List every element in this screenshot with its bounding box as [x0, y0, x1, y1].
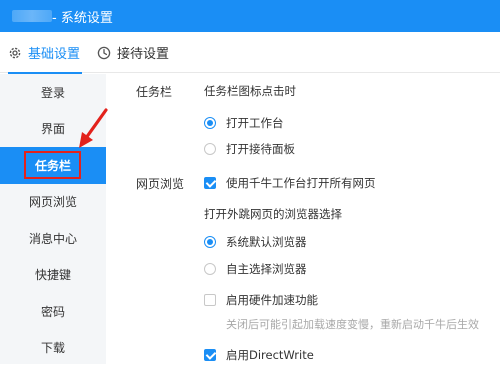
- sidebar-item-label: 界面: [41, 120, 65, 137]
- section-label-web-browsing: 网页浏览: [136, 175, 184, 192]
- tab-basic-settings[interactable]: 基础设置: [8, 32, 82, 73]
- sidebar-item-label: 密码: [41, 303, 65, 320]
- sidebar-item-label: 下载: [41, 339, 65, 356]
- checkbox-label: 使用千牛工作台打开所有网页: [226, 175, 376, 191]
- sidebar-item-login[interactable]: 登录: [0, 74, 106, 111]
- sidebar-item-message-center[interactable]: 消息中心: [0, 220, 106, 257]
- sidebar-item-label: 快捷键: [35, 266, 71, 283]
- taskbar-click-title: 任务栏图标点击时: [204, 83, 296, 99]
- radio-custom-browser[interactable]: 自主选择浏览器: [204, 261, 307, 277]
- window-title: - 系统设置: [52, 7, 113, 26]
- tab-reception-settings[interactable]: 接待设置: [97, 32, 169, 73]
- hardware-acceleration-hint: 关闭后可能引起加载速度变慢，重新启动千牛后生效: [226, 316, 479, 332]
- checkbox[interactable]: [204, 294, 216, 306]
- section-label-taskbar: 任务栏: [136, 83, 172, 100]
- option-title: 任务栏图标点击时: [204, 83, 296, 99]
- tab-label: 基础设置: [28, 43, 80, 62]
- title-bar: - 系统设置: [0, 0, 500, 32]
- settings-tabs: 基础设置 接待设置: [0, 32, 500, 73]
- radio-button[interactable]: [204, 143, 216, 155]
- radio-system-default-browser[interactable]: 系统默认浏览器: [204, 234, 307, 250]
- app-name-redacted: [12, 10, 52, 22]
- browser-choice-title: 打开外跳网页的浏览器选择: [204, 206, 342, 222]
- settings-content: 任务栏 任务栏图标点击时 打开工作台 打开接待面板 网页浏览 使用千牛工作台打开…: [106, 74, 500, 364]
- radio-label: 自主选择浏览器: [226, 261, 307, 277]
- sidebar-item-taskbar[interactable]: 任务栏: [0, 147, 106, 184]
- checkbox-checked[interactable]: [204, 349, 216, 361]
- radio-label: 系统默认浏览器: [226, 234, 307, 250]
- checkbox-label: 启用硬件加速功能: [226, 292, 318, 308]
- tab-label: 接待设置: [117, 43, 169, 62]
- sidebar-item-label: 网页浏览: [29, 193, 77, 210]
- gear-icon: [8, 46, 22, 60]
- highlight-box: [24, 151, 81, 179]
- sidebar-item-label: 登录: [41, 84, 65, 101]
- option-title: 打开外跳网页的浏览器选择: [204, 206, 342, 222]
- clock-icon: [97, 46, 111, 60]
- checkbox-open-all-pages[interactable]: 使用千牛工作台打开所有网页: [204, 175, 376, 191]
- sidebar-item-label: 消息中心: [29, 230, 77, 247]
- sidebar-item-shortcuts[interactable]: 快捷键: [0, 257, 106, 294]
- radio-button-checked[interactable]: [204, 236, 216, 248]
- sidebar-item-password[interactable]: 密码: [0, 293, 106, 330]
- radio-open-reception-panel[interactable]: 打开接待面板: [204, 141, 295, 157]
- radio-open-workbench[interactable]: 打开工作台: [204, 115, 284, 131]
- checkbox-hardware-acceleration[interactable]: 启用硬件加速功能: [204, 292, 318, 308]
- checkbox-label: 启用DirectWrite: [226, 347, 314, 363]
- radio-label: 打开工作台: [226, 115, 284, 131]
- sidebar-item-web-browsing[interactable]: 网页浏览: [0, 184, 106, 221]
- checkbox-directwrite[interactable]: 启用DirectWrite: [204, 347, 314, 363]
- annotation-arrow-icon: [76, 108, 110, 152]
- radio-button[interactable]: [204, 263, 216, 275]
- checkbox-checked[interactable]: [204, 177, 216, 189]
- radio-button-checked[interactable]: [204, 117, 216, 129]
- radio-label: 打开接待面板: [226, 141, 295, 157]
- sidebar-item-download[interactable]: 下载: [0, 330, 106, 366]
